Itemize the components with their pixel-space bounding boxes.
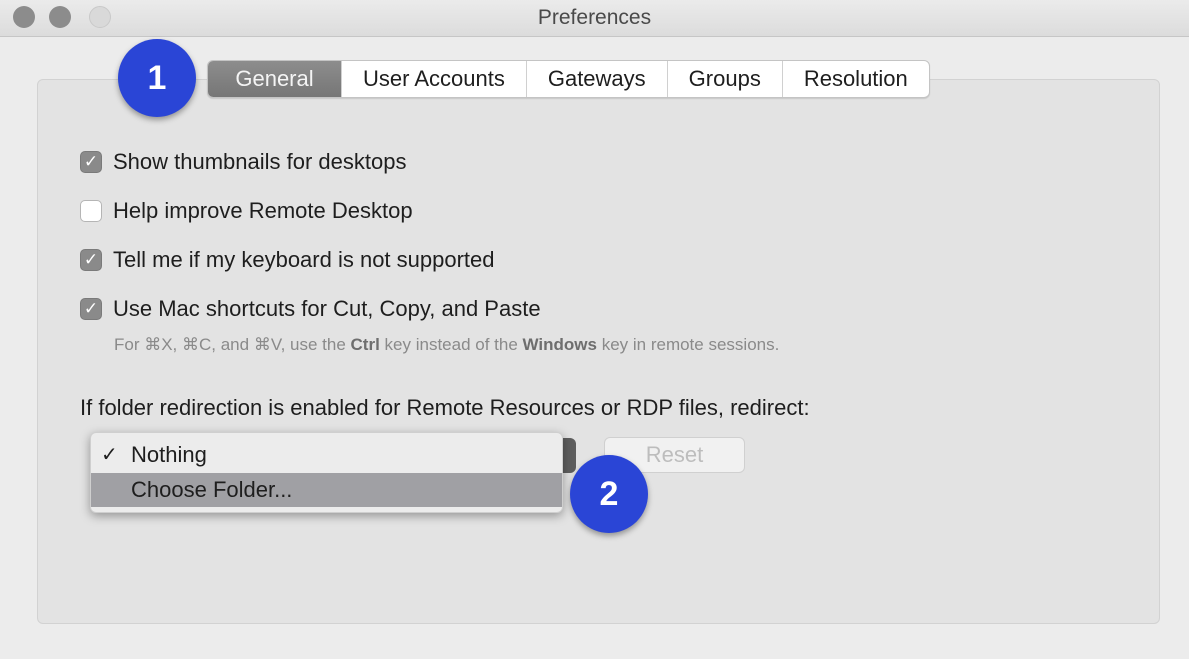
option-mac-shortcuts[interactable]: ✓ Use Mac shortcuts for Cut, Copy, and P…: [80, 296, 541, 322]
tab-bar: General User Accounts Gateways Groups Re…: [207, 60, 930, 98]
callout-badge-2: 2: [570, 455, 648, 533]
note-key-windows: Windows: [522, 335, 597, 354]
option-label: Help improve Remote Desktop: [113, 198, 413, 223]
option-label: Show thumbnails for desktops: [113, 149, 407, 174]
note-middle: key instead of the: [379, 335, 523, 354]
tab-general[interactable]: General: [208, 61, 342, 97]
note-prefix: For ⌘X, ⌘C, and ⌘V, use the: [114, 335, 351, 354]
checkbox[interactable]: [80, 200, 102, 222]
menu-item-nothing[interactable]: ✓ Nothing: [91, 438, 562, 472]
menu-item-label: Choose Folder...: [131, 477, 293, 502]
checkbox[interactable]: ✓: [80, 249, 102, 271]
tab-user-accounts[interactable]: User Accounts: [342, 61, 527, 97]
title-bar: Preferences: [0, 0, 1189, 37]
checkbox[interactable]: ✓: [80, 151, 102, 173]
redirect-dropdown-menu: ✓ Nothing Choose Folder...: [90, 432, 563, 513]
option-show-thumbnails[interactable]: ✓ Show thumbnails for desktops: [80, 149, 407, 175]
checkmark-icon: ✓: [83, 250, 99, 269]
note-key-ctrl: Ctrl: [350, 335, 380, 354]
shortcut-note: For ⌘X, ⌘C, and ⌘V, use the Ctrl key ins…: [114, 335, 779, 355]
menu-item-label: Nothing: [131, 442, 207, 467]
callout-badge-1: 1: [118, 39, 196, 117]
option-label: Use Mac shortcuts for Cut, Copy, and Pas…: [113, 296, 541, 321]
tab-resolution[interactable]: Resolution: [783, 61, 929, 97]
note-suffix: key in remote sessions.: [596, 335, 780, 354]
tab-groups[interactable]: Groups: [668, 61, 783, 97]
tab-gateways[interactable]: Gateways: [527, 61, 668, 97]
checkbox[interactable]: ✓: [80, 298, 102, 320]
redirect-label: If folder redirection is enabled for Rem…: [80, 395, 810, 420]
menu-item-choose-folder[interactable]: Choose Folder...: [91, 473, 562, 507]
option-keyboard-support[interactable]: ✓ Tell me if my keyboard is not supporte…: [80, 247, 495, 273]
option-help-improve[interactable]: Help improve Remote Desktop: [80, 198, 413, 224]
checkmark-icon: ✓: [101, 444, 118, 466]
checkmark-icon: ✓: [83, 152, 99, 171]
option-label: Tell me if my keyboard is not supported: [113, 247, 495, 272]
window-title: Preferences: [537, 6, 652, 29]
checkmark-icon: ✓: [83, 299, 99, 318]
